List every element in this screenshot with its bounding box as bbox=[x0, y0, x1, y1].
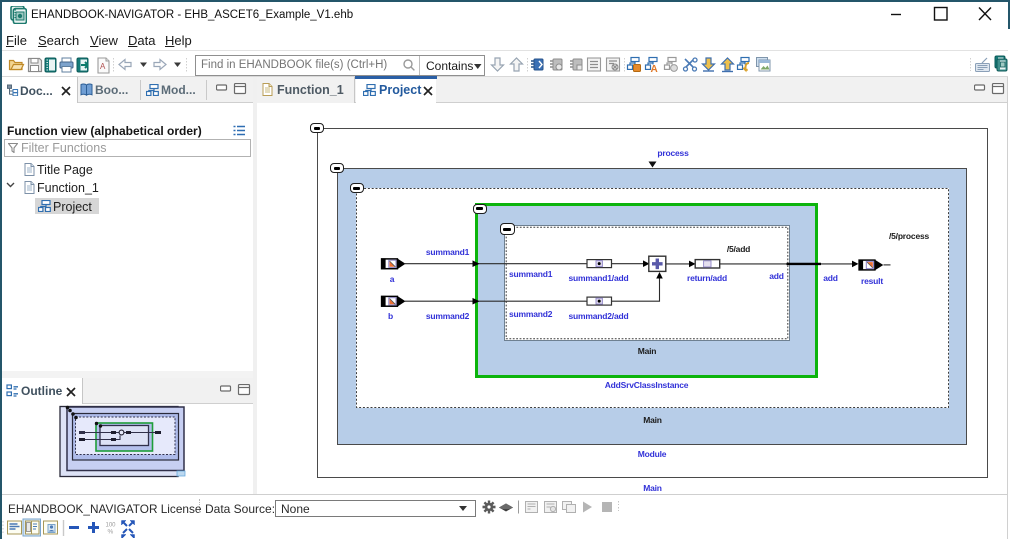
svg-text:%: % bbox=[108, 529, 114, 536]
